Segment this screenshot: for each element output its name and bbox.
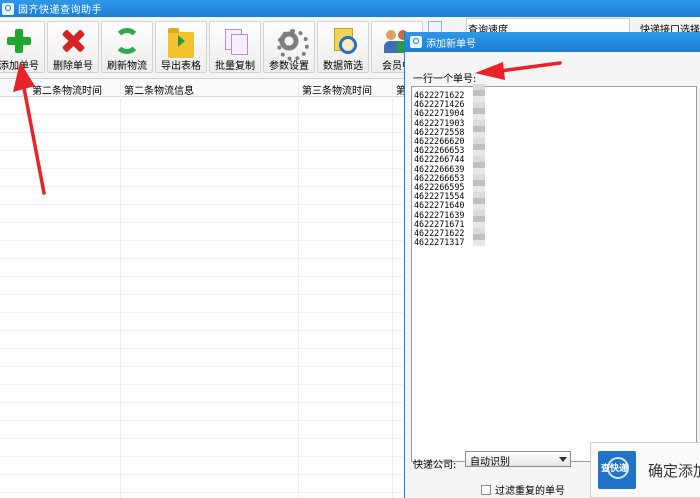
settings-button[interactable]: 参数设置 [263, 21, 315, 73]
column-header[interactable]: 第三条物流时间 [302, 82, 372, 97]
gear-icon [276, 28, 309, 61]
table-row[interactable] [0, 457, 404, 475]
courier-company-label: 快递公司: [413, 460, 457, 471]
table-row[interactable] [0, 169, 404, 187]
add-number-button[interactable]: 添加单号 [0, 21, 45, 73]
tracking-table: 第二条物流时间 第二条物流信息 第三条物流时间 第 [0, 79, 406, 498]
query-express-logo-icon: 查快递 [598, 451, 636, 489]
add-number-dialog: 添加新单号 一行一个单号: 4622271622 4622271426 4622… [404, 32, 700, 498]
filter-duplicates-checkbox[interactable] [481, 484, 491, 495]
privacy-blur-mask [473, 84, 485, 246]
table-row[interactable] [0, 241, 404, 259]
batch-copy-button[interactable]: 批量复制 [209, 21, 261, 73]
table-row[interactable] [0, 439, 404, 457]
window-title: 固齐快递查询助手 [18, 5, 102, 16]
table-row[interactable] [0, 151, 404, 169]
table-row[interactable] [0, 187, 404, 205]
folder-export-icon [168, 28, 194, 58]
table-row[interactable] [0, 133, 404, 151]
tracking-numbers-textarea[interactable]: 4622271622 4622271426 4622271904 4622271… [411, 86, 697, 462]
chevron-down-icon [559, 457, 567, 462]
app-logo-icon [2, 2, 14, 15]
table-row[interactable] [0, 223, 404, 241]
plus-icon [6, 28, 32, 54]
dialog-prompt: 一行一个单号: [413, 74, 477, 85]
table-header: 第二条物流时间 第二条物流信息 第三条物流时间 第 [0, 79, 406, 97]
table-row[interactable] [0, 421, 404, 439]
table-row[interactable] [0, 115, 404, 133]
refresh-icon [114, 28, 140, 54]
courier-company-value: 自动识别 [470, 457, 510, 468]
courier-company-select[interactable]: 自动识别 [465, 451, 571, 468]
data-filter-button[interactable]: 数据筛选 [317, 21, 369, 73]
dialog-title: 添加新单号 [426, 38, 476, 50]
delete-icon [60, 28, 86, 54]
table-row[interactable] [0, 259, 404, 277]
dialog-logo-icon [410, 36, 422, 48]
column-header[interactable]: 第二条物流时间 [32, 82, 102, 97]
filter-duplicates-option[interactable]: 过滤重复的单号 [481, 482, 565, 497]
export-table-button[interactable]: 导出表格 [155, 21, 207, 73]
logo-text: 查快递 [601, 464, 629, 474]
table-row[interactable] [0, 403, 404, 421]
delete-number-label: 删除单号 [53, 61, 93, 72]
table-row[interactable] [0, 295, 404, 313]
refresh-logistics-label: 刷新物流 [107, 61, 147, 72]
table-row[interactable] [0, 385, 404, 403]
table-row[interactable] [0, 331, 404, 349]
confirm-add-label: 确定添加 [648, 461, 700, 480]
tracking-number-line: 4622271317 [414, 237, 465, 248]
table-row[interactable] [0, 97, 404, 115]
dialog-titlebar: 添加新单号 [405, 32, 700, 52]
filter-search-icon [330, 28, 357, 54]
column-header[interactable]: 第二条物流信息 [124, 82, 194, 97]
batch-copy-label: 批量复制 [215, 61, 255, 72]
copy-icon [222, 28, 248, 55]
table-row[interactable] [0, 349, 404, 367]
filter-duplicates-label: 过滤重复的单号 [495, 486, 565, 497]
table-row[interactable] [0, 313, 404, 331]
table-row[interactable] [0, 367, 404, 385]
refresh-logistics-button[interactable]: 刷新物流 [101, 21, 153, 73]
table-row[interactable] [0, 475, 404, 493]
add-number-label: 添加单号 [0, 61, 39, 72]
table-row[interactable] [0, 205, 404, 223]
table-row[interactable] [0, 277, 404, 295]
data-filter-label: 数据筛选 [323, 61, 363, 72]
delete-number-button[interactable]: 删除单号 [47, 21, 99, 73]
export-table-label: 导出表格 [161, 61, 201, 72]
main-titlebar: 固齐快递查询助手 [0, 0, 700, 17]
app-window: 固齐快递查询助手 添加单号 删除单号 刷新物流 导出表格 批量复制 参数设置 数… [0, 0, 700, 498]
confirm-add-button[interactable]: 查快递 确定添加 [590, 442, 700, 498]
